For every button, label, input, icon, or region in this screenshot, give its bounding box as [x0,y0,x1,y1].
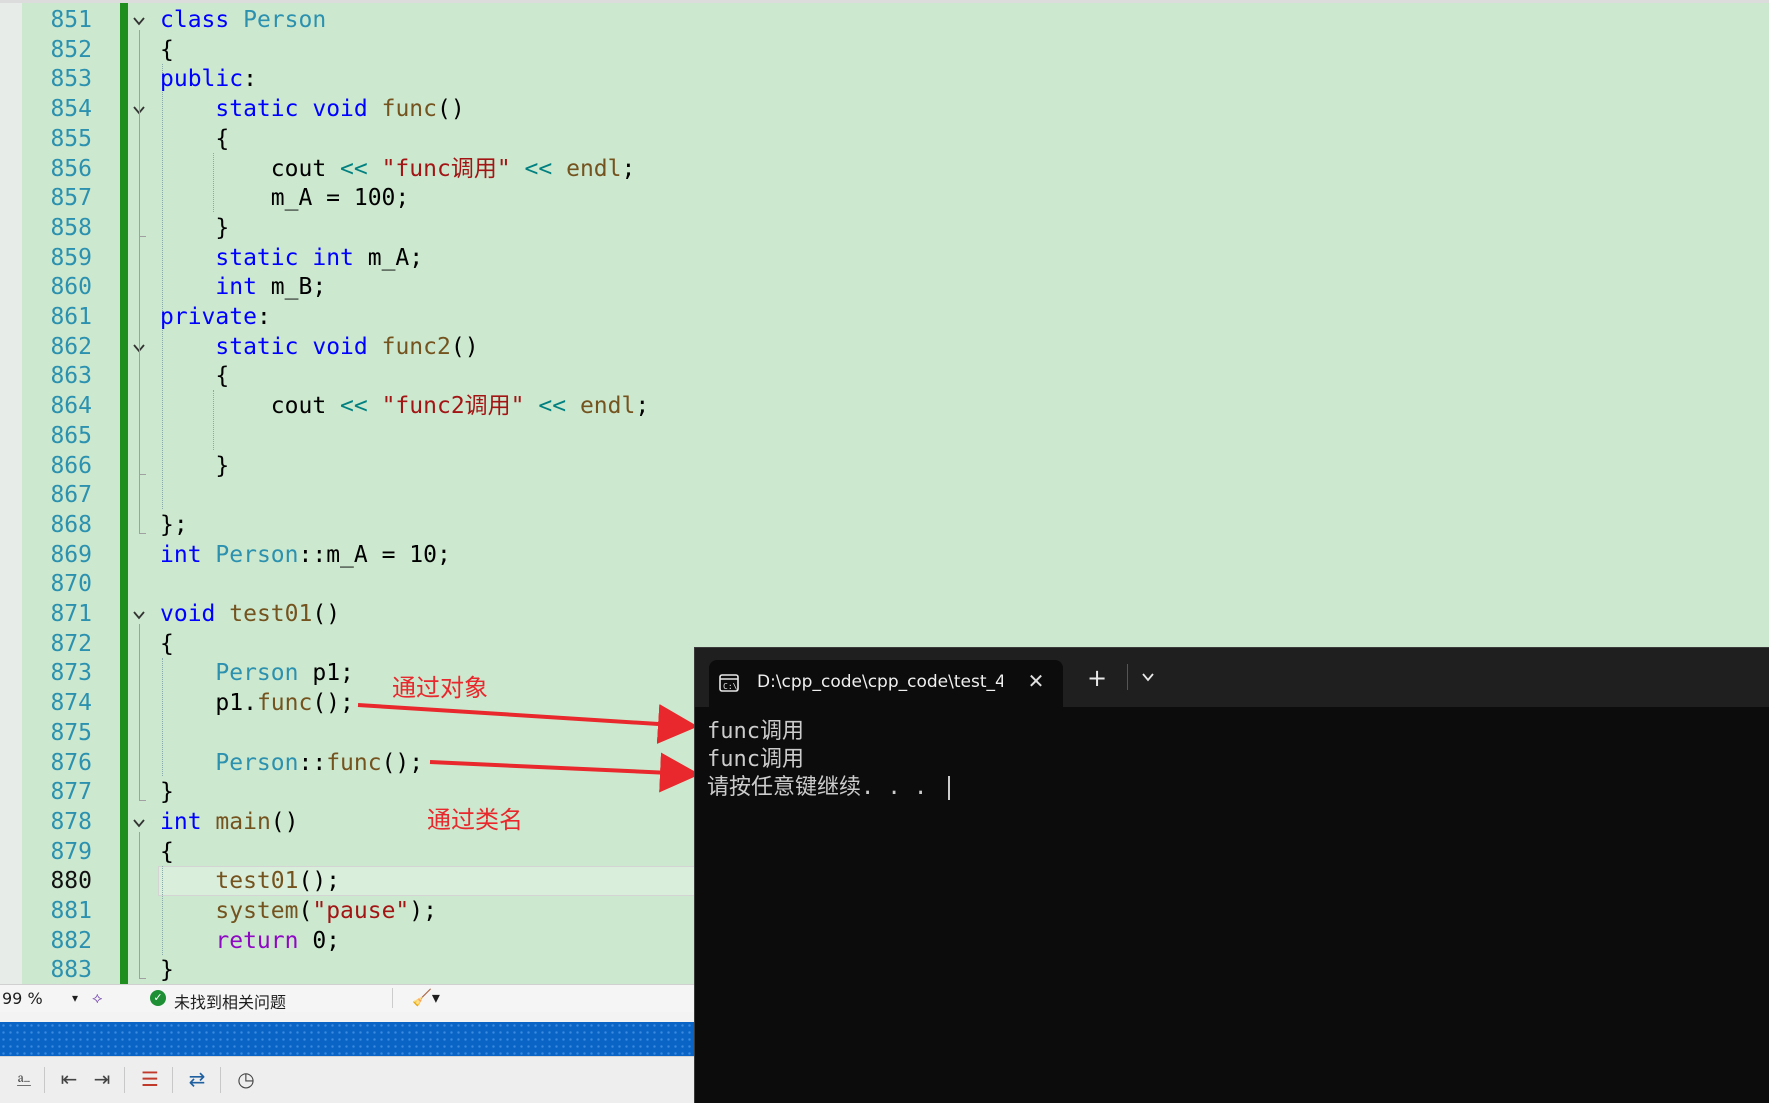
outdent-icon[interactable]: ⇤ [55,1065,83,1093]
terminal-tab[interactable]: C:\ D:\cpp_code\cpp_code\test_4_ ✕ [709,660,1063,707]
cmd-icon: C:\ [719,674,739,692]
indent-icon[interactable]: ⇥ [88,1065,116,1093]
check-circle-icon: ✓ [150,990,166,1006]
chevron-down-icon[interactable] [1139,668,1157,686]
terminal-output[interactable]: func调用 func调用 请按任意键继续. . . [707,718,951,802]
titlebar-separator [1127,664,1128,690]
annotation-via-object: 通过对象 [392,674,488,702]
terminal-tab-title: D:\cpp_code\cpp_code\test_4_ [757,672,1003,692]
zoom-level[interactable]: 99 % [2,989,43,1008]
issues-status[interactable]: 未找到相关问题 [174,989,286,1013]
toolbar-separator [172,1067,173,1093]
terminal-window[interactable]: C:\ D:\cpp_code\cpp_code\test_4_ ✕ + fun… [694,647,1769,1103]
progress-bar [0,1022,694,1056]
annotation-via-class: 通过类名 [427,806,523,834]
terminal-cursor [948,776,951,800]
terminal-line: func调用 [707,747,804,772]
toolbar-separator [124,1067,125,1093]
close-icon[interactable]: ✕ [1023,668,1049,694]
copilot-icon[interactable]: ⟡ [92,988,103,1008]
zoom-dropdown-icon[interactable]: ▾ [72,991,78,1005]
word-wrap-icon[interactable]: ⇄ [183,1065,211,1093]
bottom-toolbar: ⎁ ⇤ ⇥ ☰ ⇄ ◷ [0,1056,694,1103]
clear-list-icon[interactable]: ☰ [136,1065,164,1093]
editor-status-bar: 99 % ▾ ⟡ ✓ 未找到相关问题 🧹▾ [0,984,694,1012]
code-cleanup-icon[interactable]: 🧹▾ [412,988,440,1007]
plus-icon[interactable]: + [1087,666,1107,690]
terminal-line: func调用 [707,719,804,744]
history-icon[interactable]: ◷ [232,1065,260,1093]
svg-text:C:\: C:\ [723,682,738,691]
terminal-prompt-text: 请按任意键继续. . . [707,775,941,800]
status-divider [392,988,393,1008]
toolbar-separator [44,1067,45,1093]
terminal-line-prompt: 请按任意键继续. . . [707,774,951,802]
toolbar-separator [220,1067,221,1093]
arrow-via-class [429,752,700,793]
format-icon[interactable]: ⎁ [10,1065,38,1093]
terminal-title-bar: C:\ D:\cpp_code\cpp_code\test_4_ ✕ + [695,648,1769,707]
arrow-via-object [357,703,698,744]
